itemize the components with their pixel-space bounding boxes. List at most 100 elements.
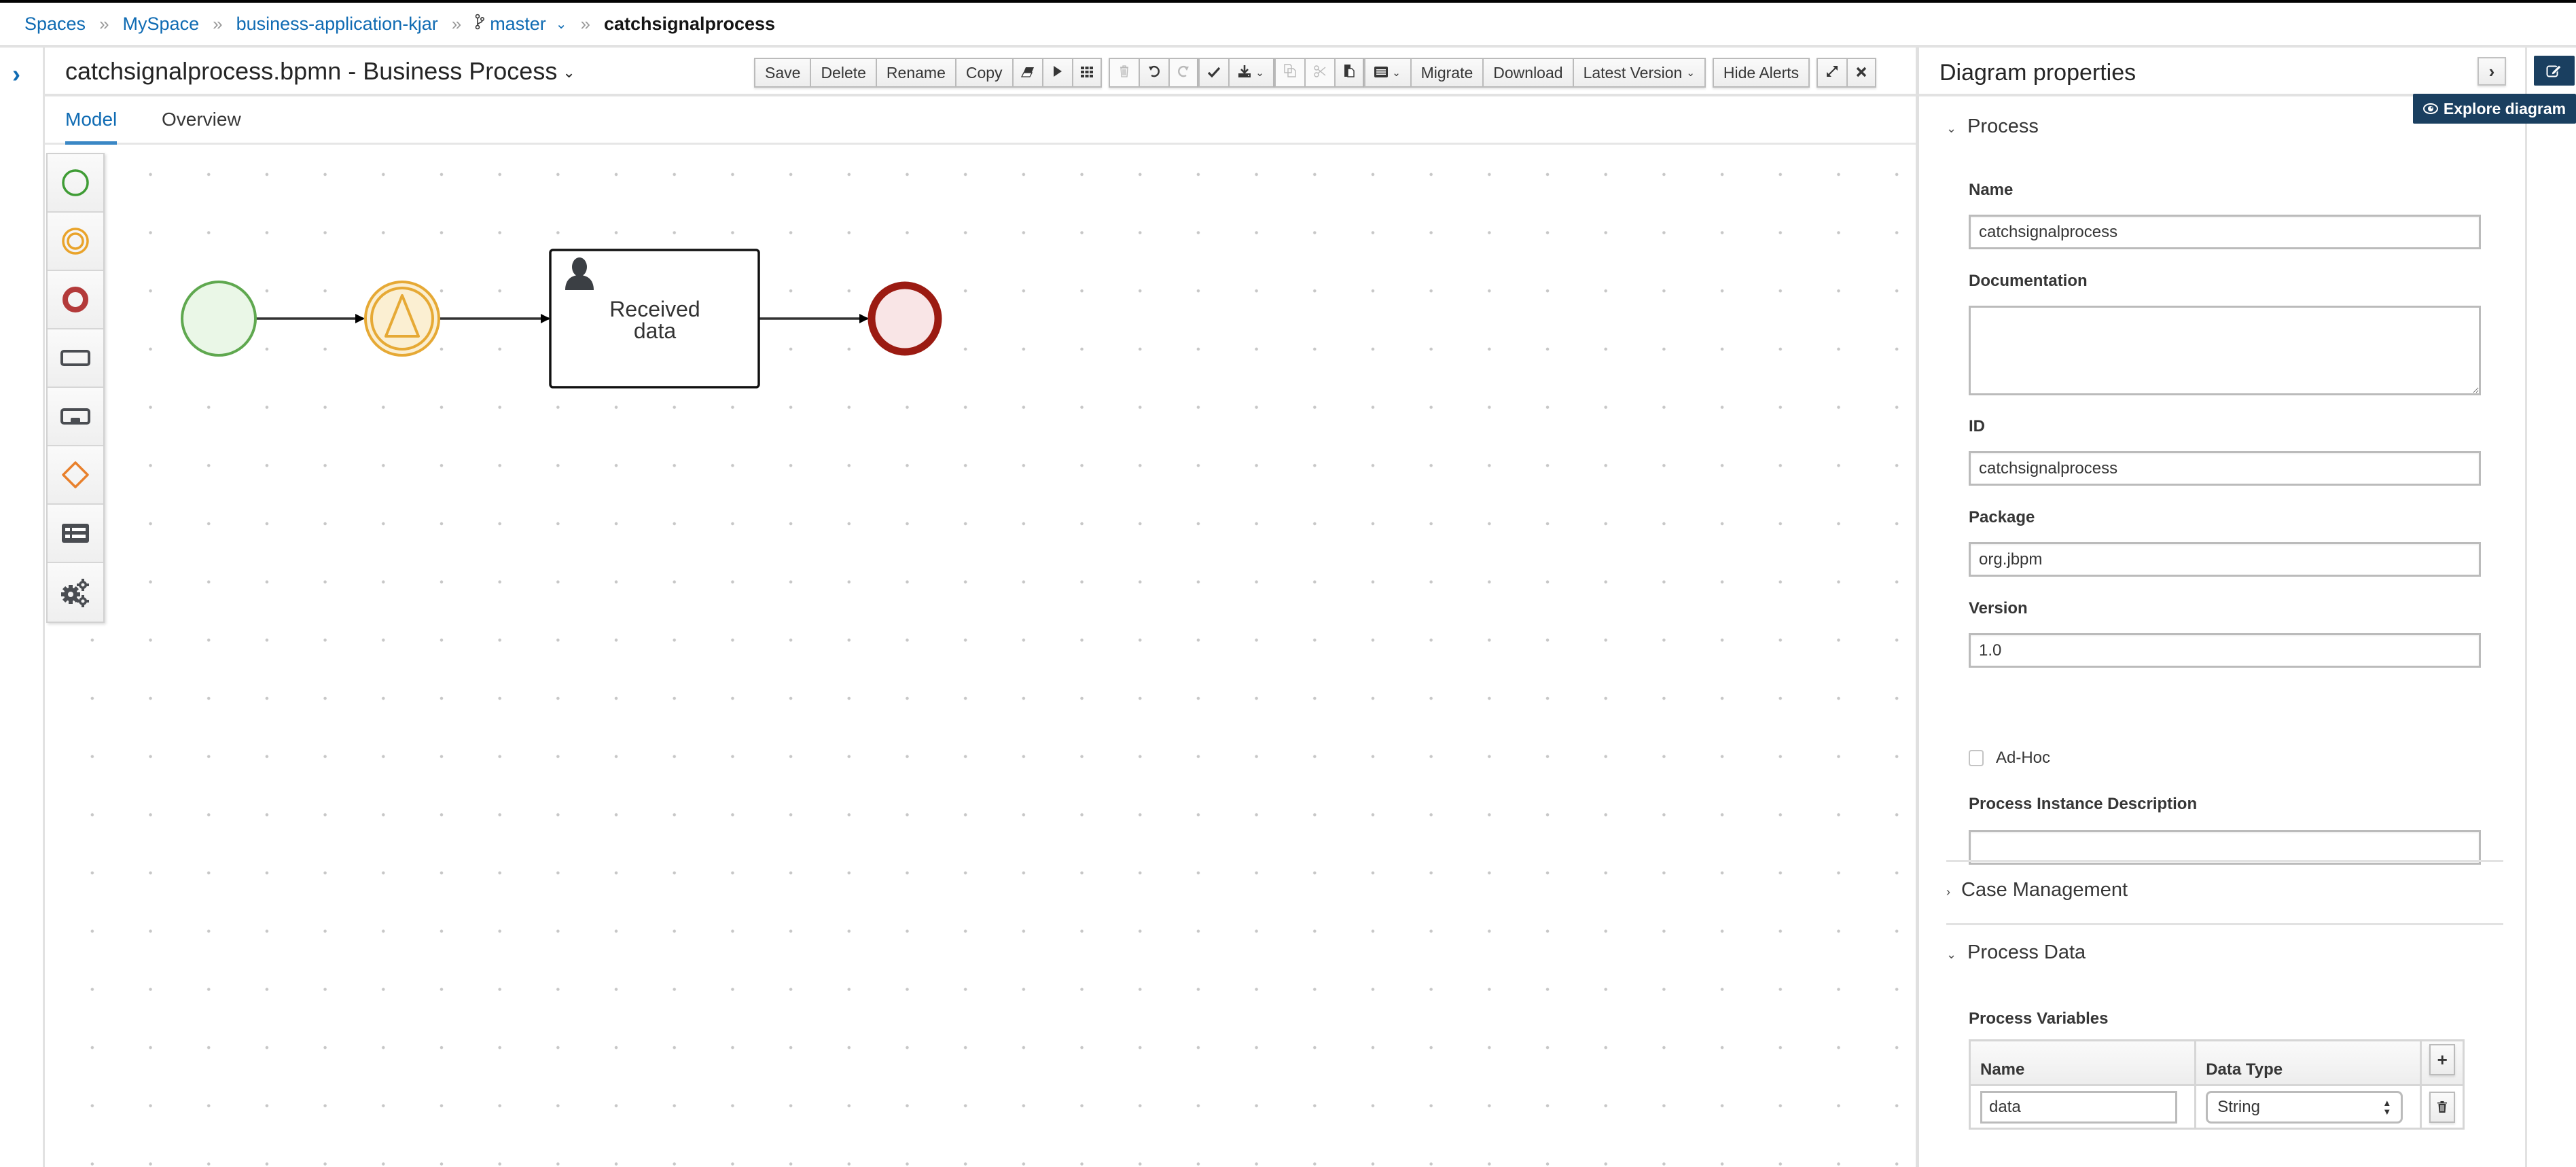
variable-type-select[interactable]: String ▲ ▼: [2206, 1090, 2403, 1124]
save-button[interactable]: Save: [754, 58, 810, 88]
export-dropdown-button[interactable]: ⌄: [1228, 58, 1274, 88]
section-divider: [1946, 860, 2503, 862]
edit-properties-button[interactable]: [2534, 56, 2575, 86]
chevron-down-icon: ⌄: [1686, 67, 1695, 79]
close-icon: [1856, 64, 1867, 82]
breadcrumb-current: catchsignalprocess: [603, 13, 776, 34]
breadcrumb-project[interactable]: business-application-kjar: [236, 14, 438, 35]
left-rail: ›: [0, 48, 45, 1167]
table-header-row: Name Data Type +: [1968, 1039, 2465, 1086]
scissors-icon: [1313, 64, 1326, 82]
editor-toolbar: Save Delete Rename Copy ⌄ ⌄ Migrate Down…: [754, 58, 1877, 88]
variable-name-input[interactable]: [1980, 1090, 2177, 1124]
maximize-button[interactable]: [1817, 58, 1847, 88]
download-icon: [1238, 64, 1251, 82]
user-task[interactable]: Received data: [549, 249, 760, 389]
eraser-icon: [1020, 64, 1035, 82]
paste-button[interactable]: [1334, 58, 1364, 88]
grid-button[interactable]: [1071, 58, 1102, 88]
process-variables-label: Process Variables: [1969, 1009, 2109, 1028]
close-editor-button[interactable]: [1846, 58, 1877, 88]
list-view-icon: [1374, 64, 1389, 82]
instance-description-label: Process Instance Description: [1969, 795, 2198, 813]
bpmn-diagram: Received data: [181, 249, 942, 389]
breadcrumb-myspace[interactable]: MySpace: [123, 14, 200, 35]
properties-header: Diagram properties ›: [1919, 48, 2525, 96]
view-dropdown-button[interactable]: ⌄: [1363, 58, 1410, 88]
delete-button[interactable]: Delete: [810, 58, 876, 88]
chevron-down-icon: ⌄: [1392, 67, 1401, 79]
palette-service-tasks[interactable]: [48, 563, 103, 622]
intermediate-signal-event[interactable]: [364, 281, 440, 357]
id-field[interactable]: [1969, 451, 2481, 486]
section-process-title: Process: [1967, 115, 2039, 137]
section-process-data[interactable]: ⌄ Process Data: [1946, 941, 2086, 964]
name-field[interactable]: [1969, 215, 2481, 249]
package-field[interactable]: [1969, 542, 2481, 577]
cut-button[interactable]: [1304, 58, 1334, 88]
clear-button[interactable]: [1012, 58, 1042, 88]
validate-button[interactable]: [1198, 58, 1228, 88]
check-icon: [1207, 64, 1220, 82]
section-case-management[interactable]: › Case Management: [1946, 879, 2128, 901]
lane-icon: [62, 524, 89, 543]
documentation-label: Documentation: [1969, 272, 2088, 290]
explore-diagram-button[interactable]: Explore diagram: [2413, 94, 2576, 124]
redo-button[interactable]: [1168, 58, 1198, 88]
package-label: Package: [1969, 508, 2035, 526]
tab-model[interactable]: Model: [65, 109, 118, 145]
delete-selection-button[interactable]: [1108, 58, 1139, 88]
variable-type-cell: String ▲ ▼: [2194, 1084, 2422, 1130]
select-arrows-icon: ▲ ▼: [2382, 1097, 2392, 1117]
editor-title-text: catchsignalprocess.bpmn - Business Proce…: [65, 57, 558, 85]
edit-icon: [2546, 65, 2562, 77]
add-variable-button[interactable]: +: [2429, 1044, 2456, 1075]
table-row: String ▲▼: [1968, 1084, 2465, 1130]
chevron-down-icon[interactable]: ⌄: [556, 16, 567, 33]
rename-button[interactable]: Rename: [875, 58, 955, 88]
tab-overview[interactable]: Overview: [162, 109, 241, 130]
latest-version-dropdown[interactable]: Latest Version ⌄: [1572, 58, 1706, 88]
breadcrumb-branch-master[interactable]: master: [490, 14, 546, 35]
end-event[interactable]: [867, 281, 942, 356]
redo-icon: [1177, 64, 1189, 82]
adhoc-row: Ad-Hoc: [1969, 749, 2050, 768]
migrate-button[interactable]: Migrate: [1410, 58, 1483, 88]
properties-title: Diagram properties: [1939, 60, 2136, 86]
documentation-field[interactable]: [1969, 306, 2481, 395]
hide-alerts-button[interactable]: Hide Alerts: [1712, 58, 1810, 88]
chevron-down-icon: ⌄: [1946, 122, 1957, 135]
delete-variable-button[interactable]: [2429, 1091, 2456, 1123]
id-label: ID: [1969, 417, 1985, 435]
eye-icon: [2422, 103, 2438, 114]
breadcrumb-spaces[interactable]: Spaces: [24, 14, 86, 35]
expand-sidebar-chevron-icon[interactable]: ›: [12, 60, 20, 88]
palette-containers[interactable]: [48, 505, 103, 563]
start-event[interactable]: [181, 281, 257, 357]
download-button[interactable]: Download: [1482, 58, 1573, 88]
editor-title[interactable]: catchsignalprocess.bpmn - Business Proce…: [65, 57, 575, 86]
run-button[interactable]: [1041, 58, 1072, 88]
editor-header: catchsignalprocess.bpmn - Business Proce…: [45, 48, 1916, 96]
latest-version-label: Latest Version: [1583, 63, 1683, 82]
chevron-down-icon[interactable]: ⌄: [562, 64, 575, 81]
column-header-name: Name: [1968, 1039, 2197, 1086]
undo-button[interactable]: [1138, 58, 1168, 88]
collapse-panel-button[interactable]: ›: [2477, 57, 2506, 86]
variable-type-value: String: [2217, 1097, 2260, 1116]
version-label: Version: [1969, 599, 2028, 617]
breadcrumb-separator: »: [99, 13, 109, 34]
right-rail: [2527, 48, 2576, 1167]
validate-group: ⌄: [1198, 58, 1274, 88]
section-process-data-title: Process Data: [1967, 941, 2086, 963]
diagram-canvas[interactable]: Received data: [45, 145, 1916, 1167]
chevron-right-icon: ›: [2488, 60, 2495, 82]
variable-actions-cell: [2420, 1084, 2465, 1130]
adhoc-checkbox[interactable]: [1969, 750, 1984, 766]
copy-selection-button[interactable]: [1274, 58, 1304, 88]
copy-button[interactable]: Copy: [954, 58, 1012, 88]
section-process[interactable]: ⌄ Process: [1946, 115, 2039, 138]
name-label: Name: [1969, 181, 2014, 199]
version-field[interactable]: [1969, 633, 2481, 668]
copy-icon: [1283, 64, 1296, 82]
